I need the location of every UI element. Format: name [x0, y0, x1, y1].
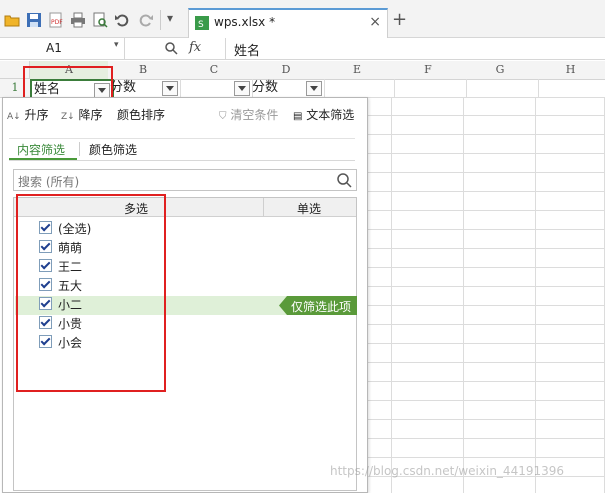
open-folder-icon[interactable]: [4, 12, 20, 28]
sort-ascending-label: 升序: [24, 108, 49, 122]
tab-separator: [79, 142, 80, 156]
spreadsheet-file-icon: S: [195, 16, 209, 30]
redo-icon[interactable]: [138, 12, 154, 28]
auto-filter-panel: A↓ 升序 Z↓ 降序 颜色排序 ⛉ 清空条件 ▤ 文本筛选 内容筛选 颜色筛选…: [2, 97, 368, 493]
formula-input[interactable]: 姓名: [234, 40, 260, 59]
customize-toolbar-dropdown[interactable]: ▾: [167, 11, 173, 25]
export-pdf-icon[interactable]: PDF: [48, 12, 64, 28]
only-filter-this-button[interactable]: 仅筛选此项: [279, 296, 357, 315]
filter-dropdown-b[interactable]: [162, 81, 178, 96]
clear-conditions-label: 清空条件: [230, 108, 279, 122]
undo-icon[interactable]: [114, 12, 130, 28]
cell-h1[interactable]: [536, 79, 605, 98]
insert-function-button[interactable]: fx: [189, 40, 201, 55]
sort-ascending-icon: A↓: [7, 112, 21, 122]
search-icon[interactable]: [336, 172, 352, 188]
text-filter-icon: ▤: [293, 111, 303, 122]
sheet-grid[interactable]: [368, 97, 605, 493]
cell-c1[interactable]: [178, 79, 253, 98]
column-header-e[interactable]: E: [322, 61, 393, 80]
document-tab[interactable]: S wps.xlsx * ×: [188, 8, 388, 40]
column-header-f[interactable]: F: [392, 61, 465, 80]
sort-descending-icon: Z↓: [61, 112, 75, 122]
cell-g1[interactable]: [464, 79, 539, 98]
svg-text:S: S: [198, 20, 204, 30]
tab-content-filter[interactable]: 内容筛选: [17, 141, 65, 158]
panel-divider: [9, 138, 355, 139]
search-input[interactable]: 搜索 (所有): [13, 169, 357, 191]
text-filter-label: 文本筛选: [306, 108, 355, 122]
column-header-g[interactable]: G: [464, 61, 537, 80]
new-tab-icon[interactable]: +: [392, 9, 407, 30]
svg-text:PDF: PDF: [51, 19, 63, 26]
name-box-dropdown-icon[interactable]: ▾: [114, 40, 119, 50]
tab-color-filter[interactable]: 颜色筛选: [89, 141, 137, 158]
name-box[interactable]: A1 ▾: [0, 38, 125, 59]
annotation-box-multiselect: [16, 194, 166, 392]
only-filter-this-label: 仅筛选此项: [291, 300, 352, 314]
toolbar-divider: [160, 10, 161, 30]
print-preview-icon[interactable]: [92, 12, 108, 28]
tab-bar-border: [9, 160, 355, 161]
cell-d1[interactable]: 分数: [250, 79, 325, 98]
search-placeholder: 搜索 (所有): [18, 175, 80, 189]
cell-b1-value: 分数: [110, 80, 137, 95]
color-sort-button[interactable]: 颜色排序: [117, 106, 165, 123]
sort-descending-button[interactable]: Z↓ 降序: [61, 106, 103, 123]
clear-conditions-button[interactable]: ⛉ 清空条件: [219, 106, 278, 123]
save-icon[interactable]: [26, 12, 42, 28]
filter-dropdown-d[interactable]: [306, 81, 322, 96]
tab-title: wps.xlsx *: [214, 15, 276, 29]
zoom-icon[interactable]: [164, 41, 178, 55]
funnel-clear-icon: ⛉: [219, 111, 227, 122]
cell-d1-value: 分数: [252, 80, 279, 95]
header-divider: [263, 198, 264, 217]
column-header-b[interactable]: B: [108, 61, 179, 80]
close-tab-icon[interactable]: ×: [369, 14, 381, 30]
cell-f1[interactable]: [392, 79, 467, 98]
filter-dropdown-c[interactable]: [234, 81, 250, 96]
watermark: https://blog.csdn.net/weixin_44191396: [330, 464, 565, 478]
sort-descending-label: 降序: [78, 108, 103, 122]
single-select-header[interactable]: 单选: [297, 200, 321, 217]
text-filter-button[interactable]: ▤ 文本筛选: [293, 106, 354, 123]
cell-e1[interactable]: [322, 79, 395, 98]
column-header-h[interactable]: H: [536, 61, 605, 80]
formula-divider: [225, 38, 226, 59]
cell-reference: A1: [46, 41, 62, 55]
quick-access-toolbar: PDF ▾ S wps.xlsx * × +: [0, 0, 605, 40]
formula-bar: A1 ▾ fx 姓名: [0, 38, 605, 60]
column-header-d[interactable]: D: [250, 61, 323, 80]
print-icon[interactable]: [70, 12, 86, 28]
cell-b1[interactable]: 分数: [108, 79, 181, 98]
column-header-c[interactable]: C: [178, 61, 251, 80]
sort-ascending-button[interactable]: A↓ 升序: [7, 106, 49, 123]
